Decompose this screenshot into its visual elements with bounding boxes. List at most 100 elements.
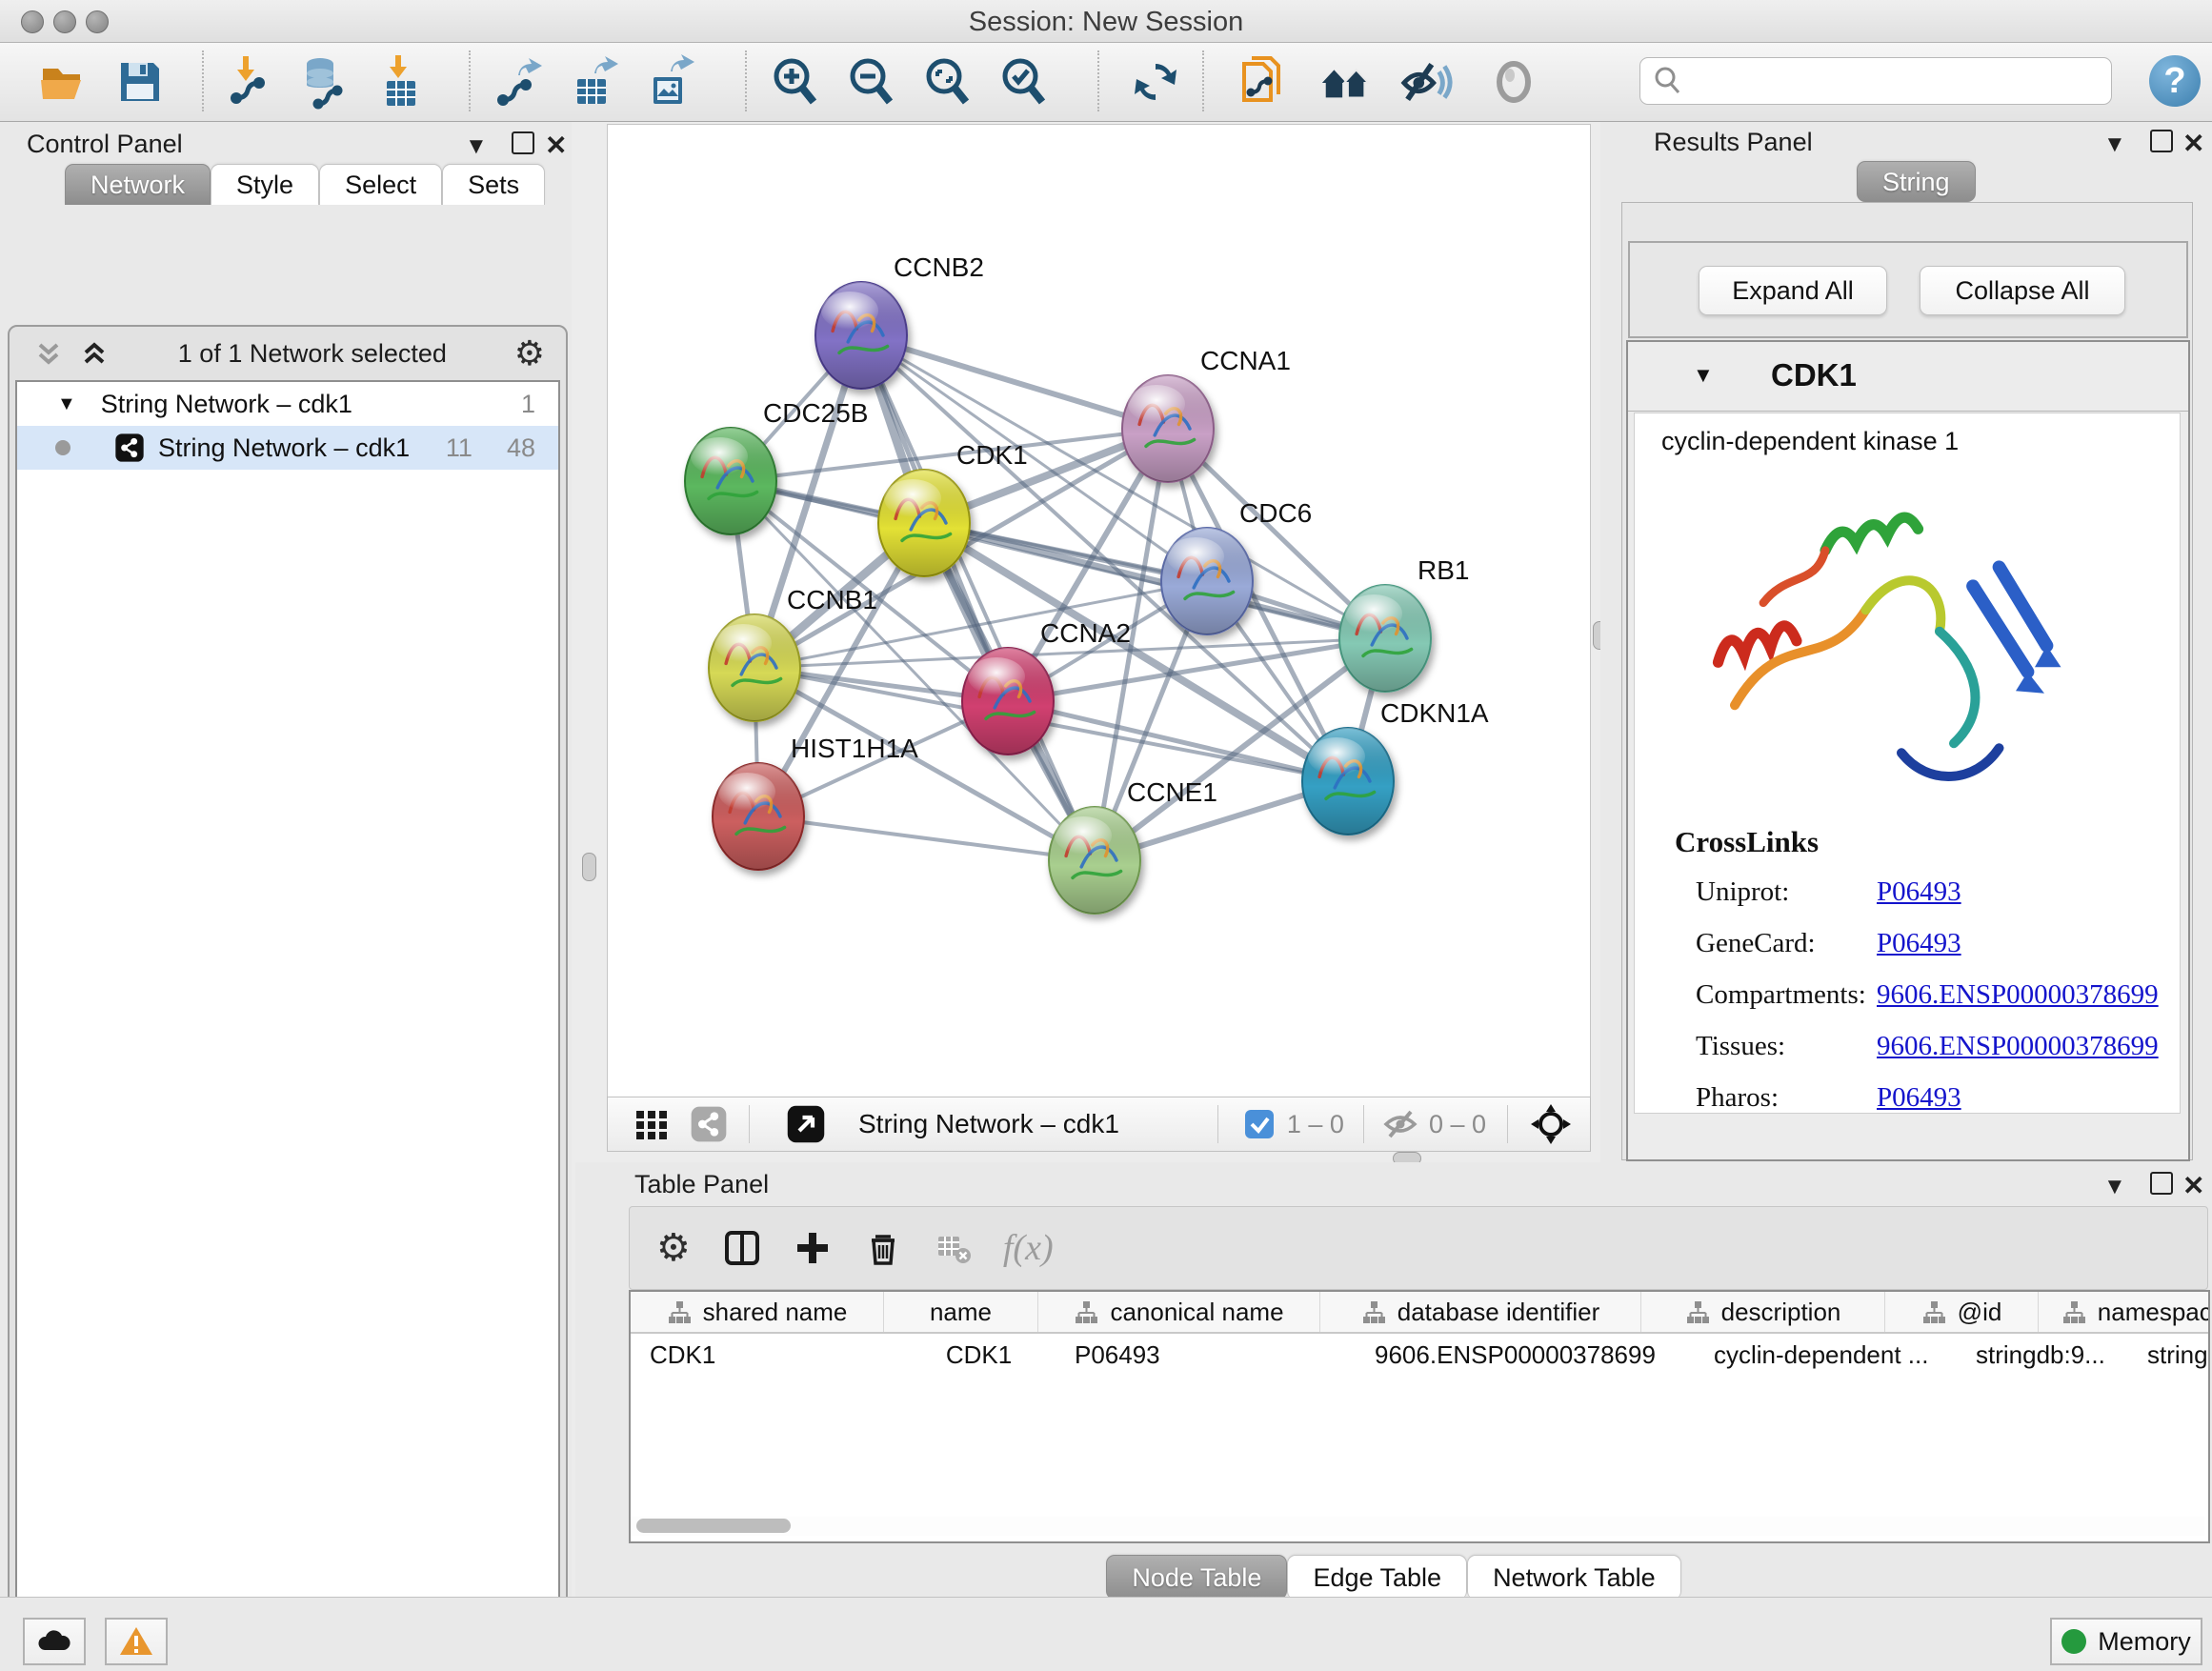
add-column-icon[interactable] [792, 1227, 834, 1269]
crosslink-link[interactable]: 9606.ENSP00000378699 [1877, 1031, 2159, 1061]
export-image-button[interactable] [642, 54, 697, 110]
expand-all-button[interactable]: Expand All [1699, 266, 1887, 315]
table-cell[interactable]: cyclin-dependent ... [1695, 1334, 1957, 1376]
column-header-sharedname[interactable]: shared name [631, 1292, 884, 1332]
network-options-gear-icon[interactable]: ⚙ [514, 333, 545, 373]
results-tab-string[interactable]: String [1857, 161, 1976, 202]
string-home-button[interactable] [1318, 54, 1374, 110]
table-cell[interactable]: CDK1 [631, 1334, 902, 1376]
table-cell[interactable]: P06493 [1056, 1334, 1356, 1376]
tab-edge-table[interactable]: Edge Table [1287, 1555, 1467, 1600]
tab-node-table[interactable]: Node Table [1106, 1555, 1287, 1600]
panel-maximize-icon[interactable] [2150, 130, 2173, 159]
grid-view-icon[interactable] [633, 1105, 671, 1143]
panel-float-icon[interactable]: ▼ [2103, 131, 2126, 158]
import-network-file-button[interactable] [221, 54, 276, 110]
tab-sets[interactable]: Sets [442, 164, 545, 205]
export-table-button[interactable] [566, 54, 621, 110]
warning-button[interactable] [105, 1618, 168, 1665]
node-RB1[interactable]: RB1 [1339, 555, 1469, 692]
edge-CCNA2-CDKN1A[interactable] [1008, 701, 1348, 781]
edge-CCNB2-CCNE1[interactable] [861, 335, 1095, 860]
import-network-database-button[interactable] [297, 54, 352, 110]
splitter-handle[interactable] [582, 853, 596, 881]
table-options-gear-icon[interactable]: ⚙ [656, 1226, 691, 1270]
table-cell[interactable]: 9606.ENSP00000378699 [1356, 1334, 1695, 1376]
column-header-description[interactable]: description [1641, 1292, 1885, 1332]
network-canvas[interactable]: CCNB2CCNA1CDC25BCDK1CDC6RB1CCNB1CCNA2CDK… [607, 124, 1591, 1097]
network-row[interactable]: String Network – cdk1 11 48 [17, 426, 558, 470]
panel-close-icon[interactable]: ✕ [2182, 128, 2204, 159]
table-cell[interactable]: CDK1 [902, 1334, 1056, 1376]
zoom-out-button[interactable] [844, 54, 899, 110]
crosslink-link[interactable]: P06493 [1877, 876, 1961, 907]
entry-collapse-icon[interactable]: ▼ [1693, 363, 1714, 388]
network-graph[interactable]: CCNB2CCNA1CDC25BCDK1CDC6RB1CCNB1CCNA2CDK… [608, 125, 1590, 1097]
tab-network[interactable]: Network [65, 164, 211, 205]
column-header-name[interactable]: name [884, 1292, 1038, 1332]
open-session-button[interactable] [36, 54, 91, 110]
memory-button[interactable]: Memory [2050, 1618, 2202, 1665]
scrollbar-thumb[interactable] [636, 1519, 791, 1533]
open-in-window-icon[interactable] [786, 1104, 826, 1144]
share-view-icon[interactable] [690, 1105, 728, 1143]
node-CCNE1[interactable]: CCNE1 [1049, 777, 1217, 914]
node-CDKN1A[interactable]: CDKN1A [1302, 698, 1489, 835]
panel-maximize-icon[interactable] [512, 131, 534, 161]
tab-style[interactable]: Style [211, 164, 319, 205]
network-current-dot [55, 440, 70, 455]
node-CCNA1[interactable]: CCNA1 [1122, 346, 1291, 482]
panel-float-icon[interactable]: ▼ [465, 133, 488, 160]
collapse-all-button[interactable]: Collapse All [1920, 266, 2125, 315]
crosslink-link[interactable]: P06493 [1877, 928, 1961, 958]
crosslink-label: Tissues: [1696, 1031, 1877, 1062]
column-header-namespace[interactable]: namespace [2039, 1292, 2210, 1332]
panel-maximize-icon[interactable] [2150, 1172, 2173, 1201]
memory-status-icon [2061, 1629, 2086, 1654]
cloud-button[interactable] [23, 1618, 86, 1665]
zoom-fit-button[interactable] [920, 54, 975, 110]
collapse-all-icon[interactable] [32, 337, 65, 370]
network-panel-box: 1 of 1 Network selected ⚙ ▼ String Netwo… [8, 325, 568, 1671]
birds-eye-view-icon[interactable] [1529, 1102, 1573, 1146]
panel-float-icon[interactable]: ▼ [2103, 1174, 2126, 1200]
column-header-databaseidentifier[interactable]: database identifier [1320, 1292, 1641, 1332]
import-table-file-button[interactable] [373, 54, 429, 110]
delete-column-icon[interactable] [862, 1227, 904, 1269]
column-header-canonicalname[interactable]: canonical name [1038, 1292, 1320, 1332]
selected-count: 1 – 0 [1287, 1110, 1344, 1139]
table-row[interactable]: CDK1CDK1P064939606.ENSP00000378699cyclin… [631, 1334, 2208, 1376]
app-window: Session: New Session [0, 0, 2212, 1671]
table-cell[interactable]: stringdb:9... [1957, 1334, 2128, 1376]
zoom-in-button[interactable] [768, 54, 823, 110]
enhanced-graphics-button[interactable] [1398, 54, 1454, 110]
expand-collapse-box: Expand All Collapse All [1628, 241, 2188, 338]
refresh-button[interactable] [1128, 54, 1183, 110]
export-network-button[interactable] [490, 54, 545, 110]
zoom-selected-button[interactable] [996, 54, 1052, 110]
node-HIST1H1A[interactable]: HIST1H1A [713, 734, 918, 870]
string-document-button[interactable] [1235, 54, 1290, 110]
hidden-eye-slash-icon[interactable] [1381, 1105, 1419, 1143]
column-header-id[interactable]: @id [1885, 1292, 2039, 1332]
panel-close-icon[interactable]: ✕ [2182, 1170, 2204, 1201]
edge-HIST1H1A-CCNE1[interactable] [758, 816, 1095, 860]
search-input[interactable] [1692, 66, 2111, 97]
tab-network-table[interactable]: Network Table [1467, 1555, 1681, 1600]
selected-checkbox-icon[interactable] [1243, 1108, 1276, 1140]
crosslink-link[interactable]: 9606.ENSP00000378699 [1877, 979, 2159, 1010]
panel-close-icon[interactable]: ✕ [545, 130, 567, 161]
eye-disabled-button[interactable] [1486, 54, 1541, 110]
tab-select[interactable]: Select [319, 164, 442, 205]
help-button[interactable]: ? [2149, 55, 2201, 107]
show-columns-icon[interactable] [721, 1227, 763, 1269]
edge-CCNB2-CCNA1[interactable] [861, 335, 1168, 429]
collection-expand-icon[interactable]: ▼ [57, 393, 76, 415]
cdk1-entry-header[interactable]: ▼ CDK1 [1628, 342, 2188, 412]
crosslink-link[interactable]: P06493 [1877, 1082, 1961, 1113]
expand-all-icon[interactable] [78, 337, 111, 370]
network-collection-row[interactable]: ▼ String Network – cdk1 1 [17, 382, 558, 426]
table-cell[interactable]: stringdb [2128, 1334, 2210, 1376]
save-session-button[interactable] [112, 54, 168, 110]
table-hscrollbar[interactable] [631, 1517, 2204, 1536]
